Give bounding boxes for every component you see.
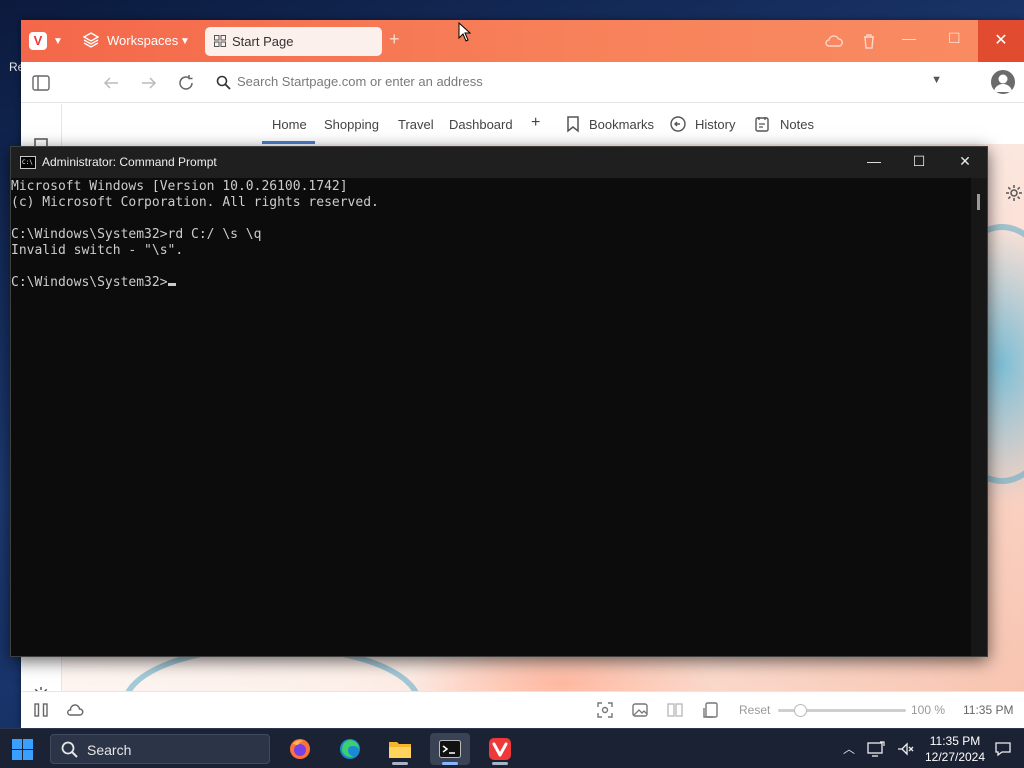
network-muted-icon[interactable] bbox=[896, 740, 914, 758]
zoom-level: 100 % bbox=[911, 703, 946, 717]
search-label: Search bbox=[87, 742, 132, 758]
edge-icon bbox=[340, 739, 360, 759]
command-prompt-icon: C:\ bbox=[20, 156, 36, 169]
scrollbar-thumb[interactable] bbox=[977, 194, 980, 210]
sync-cloud-icon[interactable] bbox=[66, 701, 84, 719]
page-actions-icon[interactable] bbox=[702, 701, 720, 719]
clock-time: 11:35 PM bbox=[929, 734, 981, 748]
chevron-up-icon[interactable]: ︿ bbox=[843, 740, 855, 757]
tab-start-page[interactable]: Start Page bbox=[205, 27, 382, 56]
running-indicator bbox=[442, 762, 458, 765]
browser-tab-bar: V ▼ Workspaces ▼ Start Page + — ☐ ✕ bbox=[21, 20, 1024, 62]
profile-avatar[interactable] bbox=[991, 70, 1015, 94]
console-prompt-line[interactable]: C:\Windows\System32> bbox=[11, 275, 969, 291]
zoom-reset-button[interactable]: Reset bbox=[739, 703, 770, 717]
workspaces-icon bbox=[83, 32, 99, 48]
clock-date: 12/27/2024 bbox=[924, 750, 986, 764]
vertical-scrollbar[interactable] bbox=[971, 178, 987, 656]
panel-toggle-icon[interactable] bbox=[32, 701, 50, 719]
capture-icon[interactable] bbox=[596, 701, 614, 719]
nav-dashboard[interactable]: Dashboard bbox=[449, 117, 513, 132]
image-toggle-icon[interactable] bbox=[631, 701, 649, 719]
nav-travel[interactable]: Travel bbox=[398, 117, 434, 132]
search-icon bbox=[61, 741, 78, 758]
console-line: Invalid switch - "\s". bbox=[11, 243, 184, 258]
back-arrow-icon[interactable] bbox=[101, 73, 121, 93]
windows-start-icon[interactable] bbox=[12, 739, 33, 760]
file-explorer-icon bbox=[389, 742, 411, 758]
taskbar-app-vivaldi[interactable] bbox=[480, 733, 520, 765]
taskbar-app-edge[interactable] bbox=[330, 733, 370, 765]
close-button[interactable]: ✕ bbox=[978, 20, 1024, 62]
taskbar-search-box[interactable]: Search bbox=[50, 734, 270, 764]
running-indicator bbox=[492, 762, 508, 765]
minimize-button[interactable]: — bbox=[902, 30, 916, 46]
console-line: C:\Windows\System32>rd C:/ \s \q bbox=[11, 227, 262, 242]
maximize-button[interactable]: ☐ bbox=[948, 30, 961, 47]
taskbar-app-firefox[interactable] bbox=[280, 733, 320, 765]
page-tiling-icon[interactable] bbox=[666, 701, 684, 719]
windows-taskbar: Search ︿ 11:35 PM 12/27/2024 bbox=[0, 728, 1024, 768]
grid-icon bbox=[214, 35, 226, 47]
minimize-button[interactable]: — bbox=[851, 153, 897, 169]
start-page-nav: Home Shopping Travel Dashboard + Bookmar… bbox=[62, 104, 1024, 201]
maximize-button[interactable]: ☐ bbox=[896, 153, 942, 170]
command-prompt-window[interactable]: C:\ Administrator: Command Prompt — ☐ ✕ … bbox=[10, 146, 988, 657]
trash-icon[interactable] bbox=[859, 31, 879, 51]
address-input[interactable] bbox=[237, 74, 917, 89]
console-prompt: C:\Windows\System32> bbox=[11, 275, 168, 290]
tab-title: Start Page bbox=[232, 34, 294, 49]
cloud-sync-icon[interactable] bbox=[824, 31, 844, 51]
active-nav-indicator bbox=[262, 141, 315, 144]
chevron-down-icon[interactable]: ▼ bbox=[931, 74, 942, 86]
text-cursor bbox=[167, 283, 176, 286]
vivaldi-menu-button[interactable]: V bbox=[29, 32, 47, 50]
console-line: (c) Microsoft Corporation. All rights re… bbox=[11, 195, 379, 210]
search-icon bbox=[216, 75, 231, 90]
window-title: Administrator: Command Prompt bbox=[42, 155, 217, 169]
bookmark-icon bbox=[567, 116, 579, 133]
console-line: Microsoft Windows [Version 10.0.26100.17… bbox=[11, 179, 348, 194]
zoom-slider[interactable] bbox=[778, 704, 906, 717]
nav-shopping[interactable]: Shopping bbox=[324, 117, 379, 132]
firefox-icon bbox=[290, 739, 310, 759]
forward-arrow-icon[interactable] bbox=[139, 73, 159, 93]
vivaldi-icon bbox=[489, 738, 511, 760]
new-tab-button[interactable]: + bbox=[389, 29, 400, 50]
nav-bookmarks[interactable]: Bookmarks bbox=[589, 117, 654, 132]
close-button[interactable]: ✕ bbox=[942, 153, 988, 170]
running-indicator bbox=[392, 762, 408, 765]
console-output[interactable]: Microsoft Windows [Version 10.0.26100.17… bbox=[11, 178, 969, 656]
cmd-title-bar[interactable]: C:\ Administrator: Command Prompt — ☐ ✕ bbox=[11, 147, 987, 178]
taskbar-app-terminal[interactable] bbox=[430, 733, 470, 765]
settings-gear-icon[interactable] bbox=[1005, 184, 1023, 202]
chevron-down-icon[interactable]: ▼ bbox=[53, 36, 63, 47]
nav-home[interactable]: Home bbox=[272, 117, 307, 132]
workspaces-button[interactable]: Workspaces bbox=[107, 33, 178, 48]
user-icon bbox=[994, 74, 1012, 92]
status-clock: 11:35 PM bbox=[963, 703, 1014, 717]
address-bar: ▼ bbox=[21, 62, 1024, 103]
nav-notes[interactable]: Notes bbox=[780, 117, 814, 132]
browser-status-bar: Reset 100 % 11:35 PM bbox=[21, 691, 1024, 728]
notification-icon[interactable] bbox=[994, 740, 1012, 758]
terminal-icon bbox=[439, 740, 461, 758]
history-icon bbox=[670, 116, 686, 132]
address-field[interactable]: ▼ bbox=[208, 68, 948, 97]
taskbar-clock[interactable]: 11:35 PM 12/27/2024 bbox=[920, 733, 990, 765]
nav-history[interactable]: History bbox=[695, 117, 735, 132]
mouse-pointer-icon bbox=[458, 22, 472, 42]
zoom-slider-handle[interactable] bbox=[794, 704, 807, 717]
display-icon[interactable] bbox=[867, 740, 885, 758]
notes-icon bbox=[755, 117, 769, 132]
reload-icon[interactable] bbox=[176, 73, 196, 93]
panel-toggle-icon[interactable] bbox=[31, 73, 51, 93]
chevron-down-icon[interactable]: ▼ bbox=[180, 36, 190, 47]
add-speed-dial-button[interactable]: + bbox=[531, 114, 540, 132]
taskbar-app-file-explorer[interactable] bbox=[380, 733, 420, 765]
